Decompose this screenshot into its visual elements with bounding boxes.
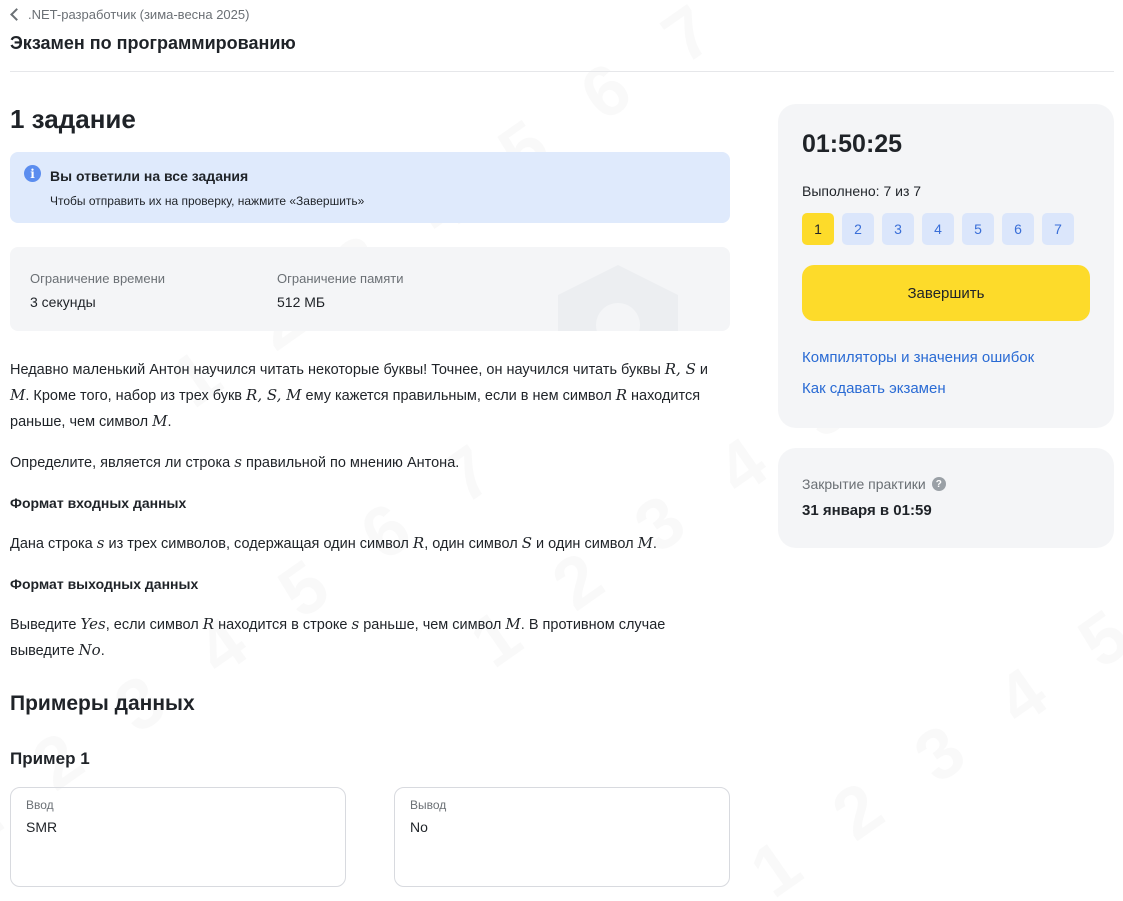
notice-text: Чтобы отправить их на проверку, нажмите … bbox=[50, 194, 365, 208]
house-watermark-icon bbox=[558, 265, 678, 331]
task-content: 1 задание i Вы ответили на все задания Ч… bbox=[10, 104, 730, 887]
example-input-box[interactable]: Ввод SMR bbox=[10, 787, 346, 887]
finish-button[interactable]: Завершить bbox=[802, 265, 1090, 321]
how-to-exam-link[interactable]: Как сдавать экзамен bbox=[802, 380, 1090, 397]
exam-status-panel: 01:50:25 Выполнено: 7 из 7 1 2 3 4 5 6 7… bbox=[778, 104, 1114, 428]
input-format-text: Дана строка s из трех символов, содержащ… bbox=[10, 534, 657, 552]
statement-paragraph: Определите, является ли строка s правиль… bbox=[10, 453, 460, 471]
notice-title: Вы ответили на все задания bbox=[50, 168, 249, 184]
example-1: Ввод SMR Вывод No bbox=[10, 787, 730, 887]
task-button-5[interactable]: 5 bbox=[962, 213, 994, 245]
time-limit: Ограничение времени 3 секунды bbox=[30, 271, 165, 310]
info-icon: i bbox=[24, 165, 41, 182]
example-input-value: SMR bbox=[26, 819, 58, 835]
task-navigation: 1 2 3 4 5 6 7 bbox=[802, 213, 1090, 245]
memory-limit-label: Ограничение памяти bbox=[277, 271, 404, 286]
breadcrumb-label: .NET-разработчик (зима-весна 2025) bbox=[28, 7, 250, 22]
time-limit-label: Ограничение времени bbox=[30, 271, 166, 286]
task-button-7[interactable]: 7 bbox=[1042, 213, 1074, 245]
limits-panel: Ограничение времени 3 секунды Ограничени… bbox=[10, 247, 730, 331]
compilers-link[interactable]: Компиляторы и значения ошибок bbox=[802, 349, 1090, 366]
task-button-3[interactable]: 3 bbox=[882, 213, 914, 245]
output-format-text: Выведите Yes, если символ R находится в … bbox=[10, 615, 666, 659]
chevron-left-icon bbox=[10, 8, 23, 21]
task-button-1[interactable]: 1 bbox=[802, 213, 834, 245]
closing-date: 31 января в 01:59 bbox=[802, 502, 932, 519]
input-format-heading: Формат входных данных bbox=[10, 495, 187, 511]
page-title: Экзамен по программированию bbox=[10, 33, 296, 53]
statement-paragraph: Недавно маленький Антон научился читать … bbox=[10, 360, 709, 430]
task-title: 1 задание bbox=[10, 104, 136, 134]
progress-text: Выполнено: 7 из 7 bbox=[802, 183, 922, 199]
help-icon[interactable]: ? bbox=[931, 477, 946, 491]
notice-banner: i Вы ответили на все задания Чтобы отпра… bbox=[10, 152, 730, 223]
memory-limit-value: 512 МБ bbox=[277, 294, 326, 310]
exam-timer: 01:50:25 bbox=[802, 130, 903, 158]
breadcrumb[interactable]: .NET-разработчик (зима-весна 2025) bbox=[10, 7, 249, 22]
example-output-label: Вывод bbox=[410, 798, 447, 812]
example-input-label: Ввод bbox=[26, 798, 54, 812]
task-button-4[interactable]: 4 bbox=[922, 213, 954, 245]
example-1-heading: Пример 1 bbox=[10, 749, 90, 768]
examples-heading: Примеры данных bbox=[10, 692, 195, 715]
header: .NET-разработчик (зима-весна 2025) Экзам… bbox=[10, 0, 1114, 72]
practice-closing-panel: Закрытие практики ? 31 января в 01:59 bbox=[778, 448, 1114, 548]
task-button-2[interactable]: 2 bbox=[842, 213, 874, 245]
example-output-value: No bbox=[410, 819, 428, 835]
problem-statement: Недавно маленький Антон научился читать … bbox=[10, 357, 730, 664]
example-output-box[interactable]: Вывод No bbox=[394, 787, 730, 887]
memory-limit: Ограничение памяти 512 МБ bbox=[277, 271, 404, 310]
closing-label-row: Закрытие практики ? bbox=[802, 476, 1090, 492]
task-button-6[interactable]: 6 bbox=[1002, 213, 1034, 245]
closing-label: Закрытие практики bbox=[802, 476, 926, 492]
output-format-heading: Формат выходных данных bbox=[10, 576, 199, 592]
time-limit-value: 3 секунды bbox=[30, 294, 96, 310]
